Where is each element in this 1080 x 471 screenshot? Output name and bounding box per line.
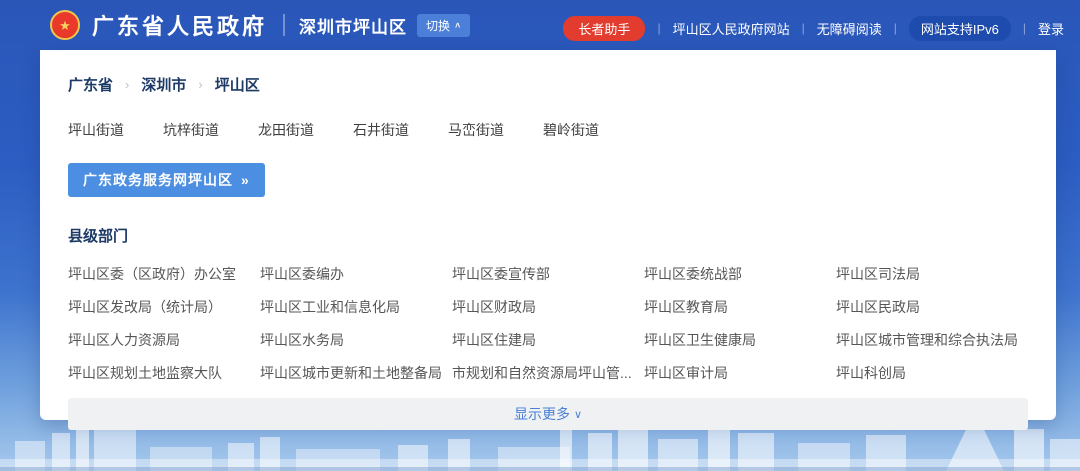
ipv6-support-badge[interactable]: 网站支持IPv6 <box>908 15 1011 41</box>
login-link[interactable]: 登录 <box>1038 19 1064 38</box>
street-tab-pingshan[interactable]: 坪山街道 <box>68 120 124 140</box>
caret-up-icon: ∧ <box>454 20 462 30</box>
department-link[interactable]: 坪山区委编办 <box>260 264 452 284</box>
department-link[interactable]: 坪山区水务局 <box>260 330 452 350</box>
show-more-label: 显示更多 <box>513 406 570 422</box>
section-title-county-departments: 县级部门 <box>68 228 129 245</box>
breadcrumb-city[interactable]: 深圳市 <box>141 74 186 95</box>
double-arrow-right-icon: » <box>241 172 250 188</box>
department-link[interactable]: 坪山区财政局 <box>452 297 644 317</box>
department-link[interactable]: 坪山区发改局（统计局） <box>68 297 260 317</box>
department-link[interactable]: 坪山区人力资源局 <box>68 330 260 350</box>
department-link[interactable]: 坪山区司法局 <box>836 264 1028 284</box>
department-link[interactable]: 坪山区委（区政府）办公室 <box>68 264 260 284</box>
street-tab-kengzi[interactable]: 坑梓街道 <box>163 120 219 140</box>
department-link[interactable]: 坪山区民政局 <box>836 297 1028 317</box>
switch-button-label: 切换 <box>426 18 451 33</box>
nav-link-gov-site[interactable]: 坪山区人民政府网站 <box>673 19 790 38</box>
breadcrumb-district[interactable]: 坪山区 <box>215 74 260 95</box>
street-tab-longtian[interactable]: 龙田街道 <box>258 120 314 140</box>
chevron-right-icon: › <box>198 77 203 92</box>
site-title[interactable]: 广东省人民政府 <box>92 9 267 41</box>
current-district-label: 深圳市坪山区 <box>299 17 408 37</box>
gov-service-portal-button[interactable]: 广东政务服务网坪山区 » <box>68 163 265 197</box>
header-divider <box>283 14 286 36</box>
department-link[interactable]: 坪山区城市更新和土地整备局 <box>260 363 452 383</box>
nav-separator: | <box>893 21 897 35</box>
nav-separator: | <box>1022 21 1026 35</box>
department-link[interactable]: 市规划和自然资源局坪山管... <box>452 363 644 383</box>
street-tab-biling[interactable]: 碧岭街道 <box>543 120 599 140</box>
chevron-down-icon: ∨ <box>573 408 583 421</box>
street-tab-shijing[interactable]: 石井街道 <box>353 120 409 140</box>
department-link[interactable]: 坪山区委统战部 <box>644 264 836 284</box>
department-link-grid: 坪山区委（区政府）办公室 坪山区委编办 坪山区委宣传部 坪山区委统战部 坪山区司… <box>68 264 1028 383</box>
breadcrumb-province[interactable]: 广东省 <box>68 74 113 95</box>
department-link[interactable]: 坪山区工业和信息化局 <box>260 297 452 317</box>
department-link[interactable]: 坪山区卫生健康局 <box>644 330 836 350</box>
elder-helper-badge[interactable]: 长者助手 <box>563 15 646 41</box>
department-link[interactable]: 坪山科创局 <box>836 363 1028 383</box>
department-link[interactable]: 坪山区审计局 <box>644 363 836 383</box>
district-selector-panel: 广东省 › 深圳市 › 坪山区 坪山街道 坑梓街道 龙田街道 石井街道 马峦街道… <box>40 50 1056 430</box>
show-more-button[interactable]: 显示更多 ∨ <box>68 398 1028 430</box>
chevron-right-icon: › <box>125 77 130 92</box>
utility-nav: 长者助手 | 坪山区人民政府网站 | 无障碍阅读 | 网站支持IPv6 | 登录 <box>563 0 1064 50</box>
department-link[interactable]: 坪山区规划土地监察大队 <box>68 363 260 383</box>
department-link[interactable]: 坪山区城市管理和综合执法局 <box>836 330 1028 350</box>
department-link[interactable]: 坪山区教育局 <box>644 297 836 317</box>
gov-service-button-label: 广东政务服务网坪山区 <box>83 172 233 188</box>
street-tab-maluan[interactable]: 马峦街道 <box>448 120 504 140</box>
district-switch-button[interactable]: 切换 ∧ <box>417 13 471 37</box>
breadcrumb: 广东省 › 深圳市 › 坪山区 <box>68 74 1028 95</box>
nav-separator: | <box>801 21 805 35</box>
nav-separator: | <box>657 21 661 35</box>
street-tabs: 坪山街道 坑梓街道 龙田街道 石井街道 马峦街道 碧岭街道 <box>68 120 1028 141</box>
nav-link-accessibility[interactable]: 无障碍阅读 <box>817 19 882 38</box>
department-link[interactable]: 坪山区住建局 <box>452 330 644 350</box>
national-emblem-icon: ★ <box>50 10 80 40</box>
department-link[interactable]: 坪山区委宣传部 <box>452 264 644 284</box>
